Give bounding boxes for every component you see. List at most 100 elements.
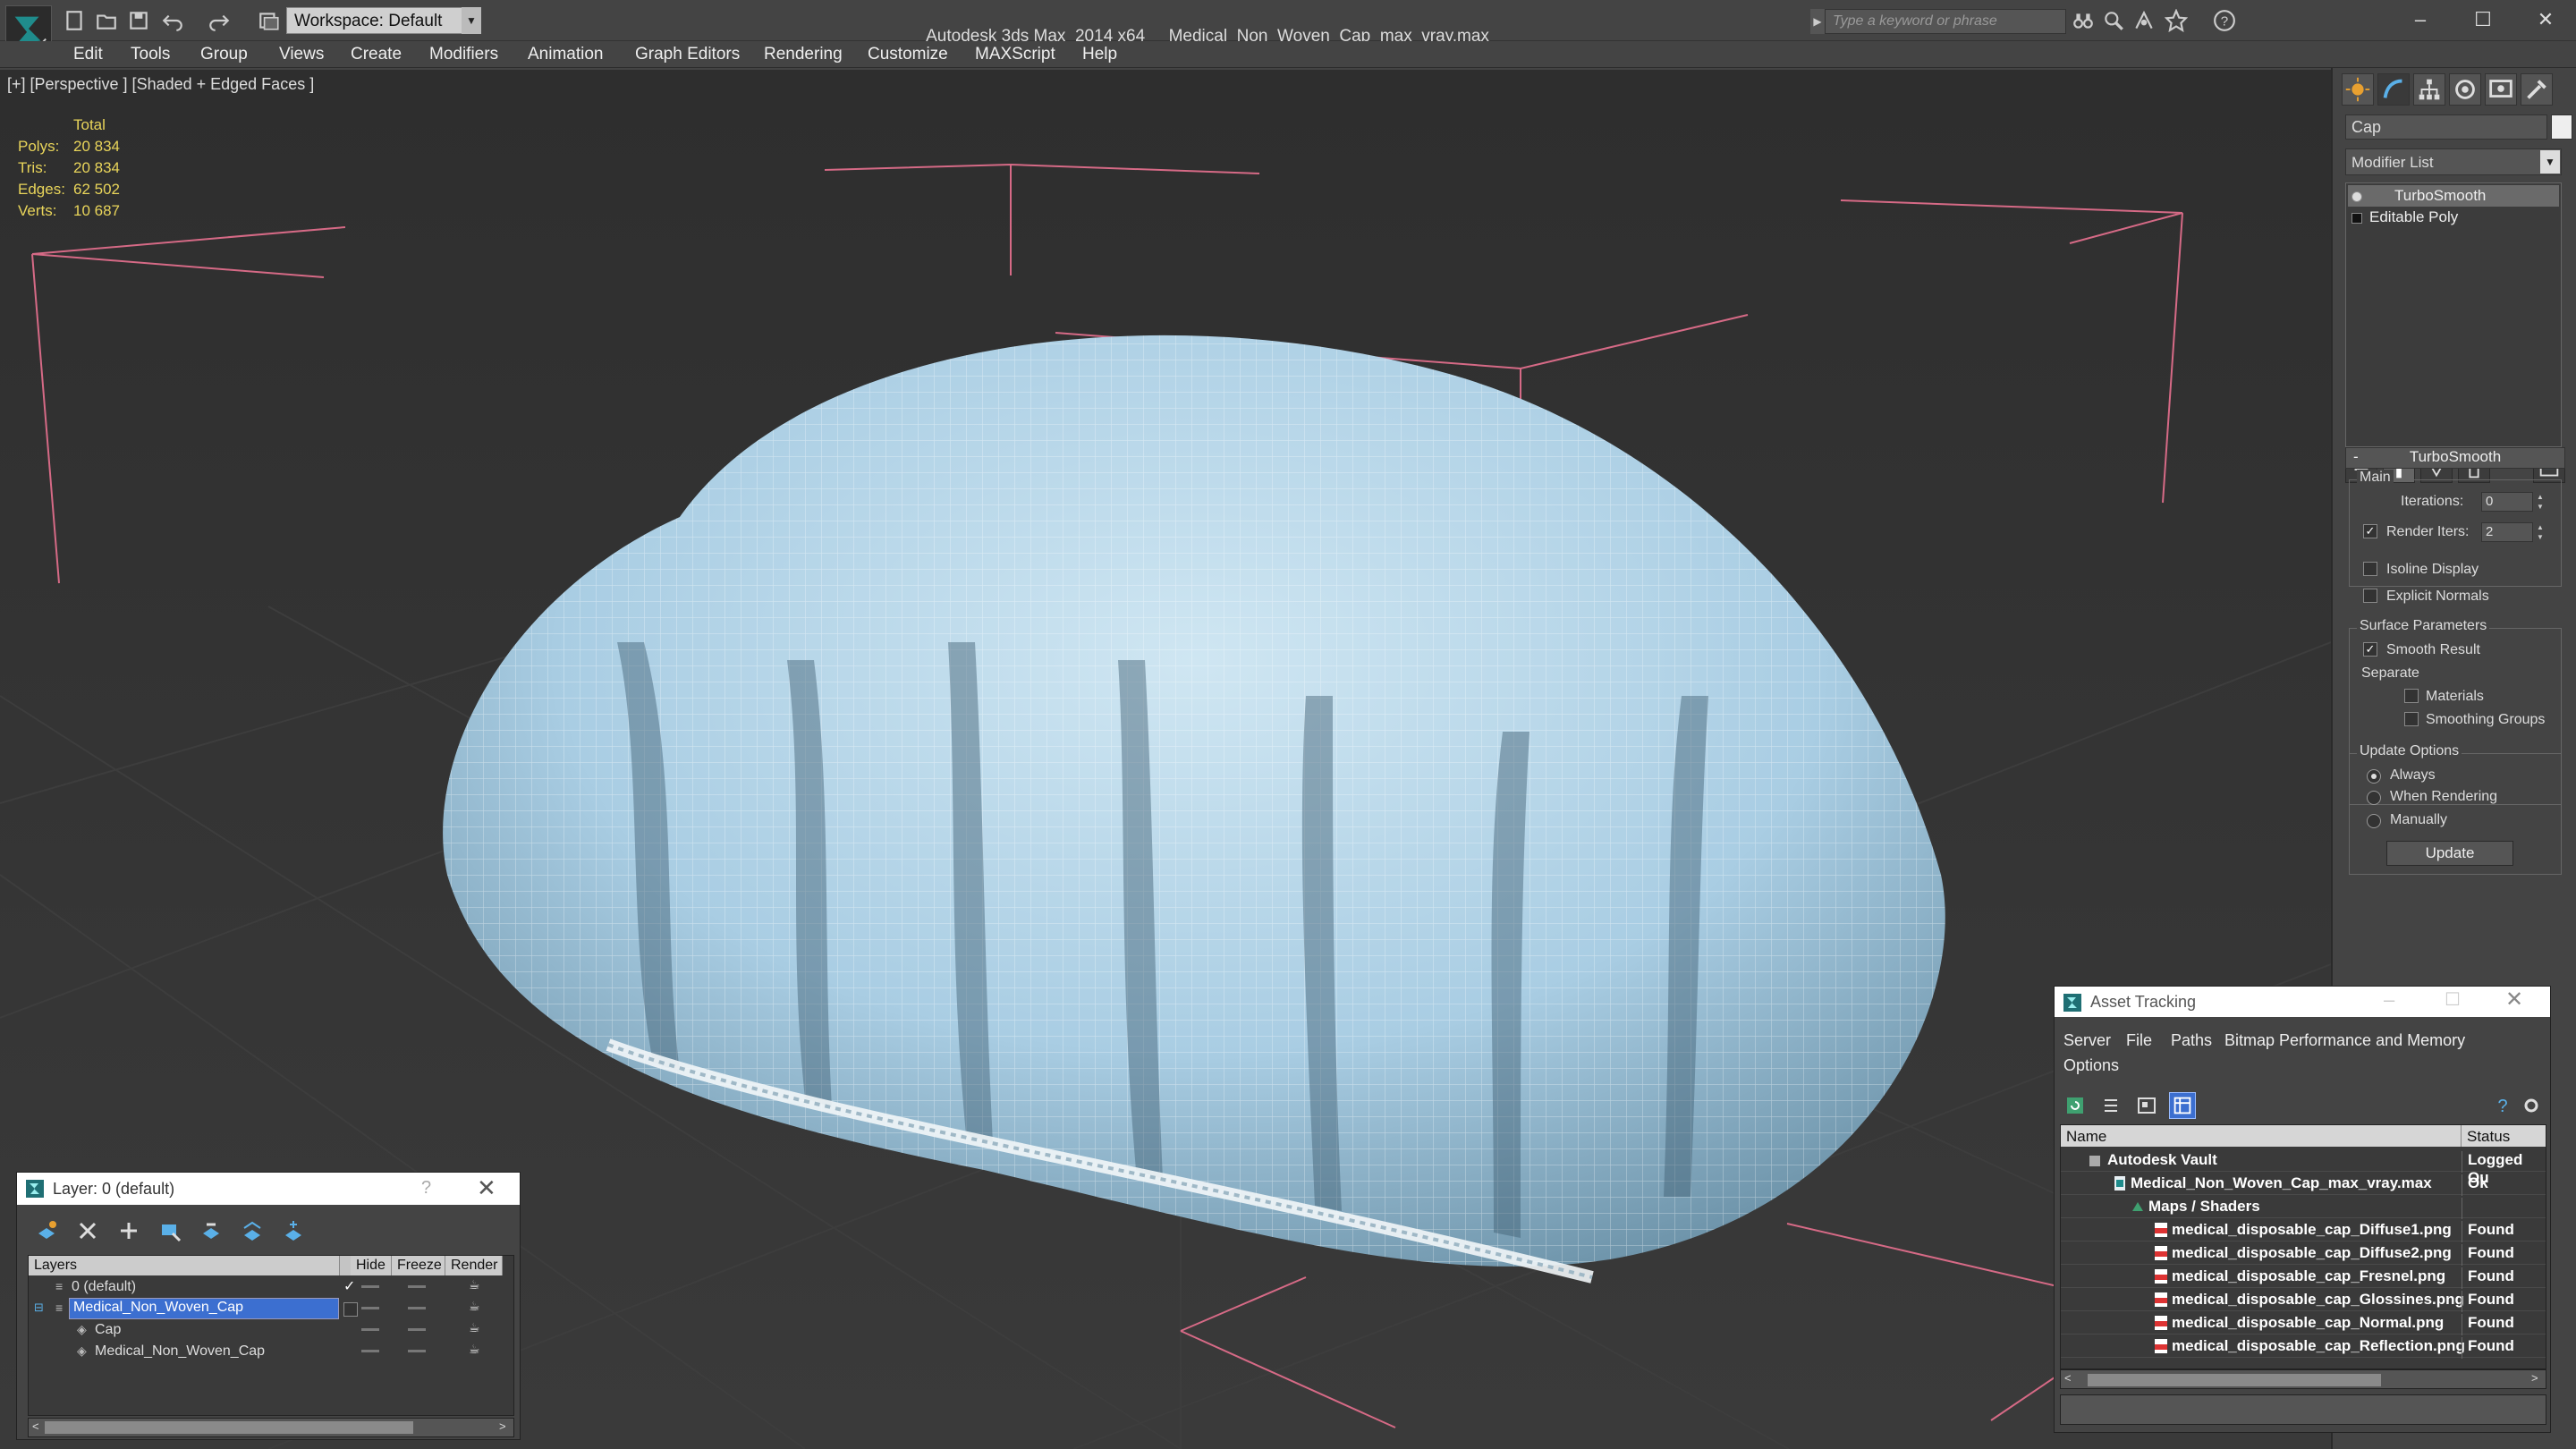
iterations-spinner[interactable]: 0 bbox=[2481, 492, 2533, 512]
close-window-button[interactable]: ✕ bbox=[2519, 4, 2572, 36]
display-tab-icon[interactable] bbox=[2485, 73, 2517, 106]
col-header-hide[interactable]: Hide bbox=[351, 1256, 392, 1275]
smoothing-groups-checkbox[interactable] bbox=[2404, 712, 2419, 726]
scroll-left-icon[interactable]: < bbox=[32, 1419, 39, 1433]
motion-tab-icon[interactable] bbox=[2449, 73, 2481, 106]
hide-toggle-icon[interactable] bbox=[361, 1307, 379, 1309]
col-header-freeze[interactable]: Freeze bbox=[392, 1256, 445, 1275]
render-iters-spinner[interactable]: 2 bbox=[2481, 522, 2533, 542]
settings-icon[interactable] bbox=[2518, 1092, 2545, 1119]
always-radio[interactable] bbox=[2367, 769, 2381, 784]
menu-options[interactable]: Options bbox=[2063, 1056, 2119, 1075]
utilities-tab-icon[interactable] bbox=[2521, 73, 2553, 106]
object-color-swatch[interactable] bbox=[2551, 114, 2572, 140]
modify-tab-icon[interactable] bbox=[2377, 73, 2410, 106]
collapse-icon[interactable]: ⊟ bbox=[34, 1301, 44, 1315]
col-header-status[interactable]: Status bbox=[2462, 1125, 2546, 1147]
new-file-icon[interactable] bbox=[63, 9, 86, 32]
binoculars-icon[interactable] bbox=[2072, 9, 2095, 32]
minimize-button[interactable]: – bbox=[2384, 988, 2394, 1012]
spinner-arrows-icon[interactable]: ▲ ▼ bbox=[2535, 522, 2546, 542]
open-file-icon[interactable] bbox=[95, 9, 118, 32]
workspace-dropdown-icon[interactable]: ▼ bbox=[462, 7, 481, 34]
close-icon[interactable]: ✕ bbox=[2505, 987, 2523, 1013]
highlight-selected-layer-icon[interactable] bbox=[198, 1217, 225, 1244]
menu-modifiers[interactable]: Modifiers bbox=[429, 45, 498, 64]
chevron-down-icon[interactable]: ▼ bbox=[2540, 150, 2560, 174]
hide-unhide-layers-icon[interactable] bbox=[239, 1217, 266, 1244]
col-header-name[interactable]: Name bbox=[2061, 1125, 2462, 1147]
freeze-unfreeze-layers-icon[interactable] bbox=[280, 1217, 307, 1244]
update-button[interactable]: Update bbox=[2386, 841, 2513, 866]
isoline-checkbox[interactable] bbox=[2363, 562, 2377, 576]
horizontal-scrollbar[interactable]: < > bbox=[2060, 1369, 2546, 1389]
teapot-render-icon[interactable]: ☕ bbox=[469, 1277, 480, 1292]
stack-item-editable-poly[interactable]: Editable Poly bbox=[2348, 207, 2559, 228]
layer-row[interactable]: ≡ 0 (default) ✓ ☕ bbox=[29, 1277, 513, 1299]
add-to-layer-icon[interactable] bbox=[115, 1217, 142, 1244]
explicit-normals-checkbox[interactable] bbox=[2363, 589, 2377, 603]
hide-toggle-icon[interactable] bbox=[361, 1350, 379, 1352]
turbosmooth-rollout-header[interactable]: - TurboSmooth bbox=[2345, 447, 2565, 469]
asset-row[interactable]: medical_disposable_cap_Fresnel.png Found bbox=[2061, 1265, 2546, 1289]
thumbnail-view-icon[interactable] bbox=[2133, 1092, 2160, 1119]
menu-bitmap-performance[interactable]: Bitmap Performance and Memory bbox=[2224, 1031, 2465, 1050]
menu-create[interactable]: Create bbox=[351, 45, 402, 64]
active-layer-check-icon[interactable]: ✓ bbox=[343, 1277, 355, 1295]
render-iters-checkbox[interactable]: ✓ bbox=[2363, 524, 2377, 538]
freeze-toggle-icon[interactable] bbox=[408, 1285, 426, 1288]
hide-toggle-icon[interactable] bbox=[361, 1285, 379, 1288]
expand-icon[interactable] bbox=[2351, 212, 2362, 224]
communication-center-icon[interactable] bbox=[2132, 9, 2156, 32]
smooth-result-checkbox[interactable]: ✓ bbox=[2363, 642, 2377, 657]
asset-row[interactable]: Autodesk Vault Logged Ou bbox=[2061, 1148, 2546, 1186]
menu-maxscript[interactable]: MAXScript bbox=[975, 45, 1055, 64]
search-expand-icon[interactable]: ▶ bbox=[1810, 9, 1825, 34]
maximize-button[interactable]: ☐ bbox=[2445, 988, 2461, 1011]
workspace-select[interactable]: Workspace: Default bbox=[286, 7, 481, 34]
menu-server[interactable]: Server bbox=[2063, 1031, 2111, 1050]
scroll-right-icon[interactable]: > bbox=[499, 1419, 506, 1433]
manually-radio[interactable] bbox=[2367, 814, 2381, 828]
spinner-arrows-icon[interactable]: ▲ ▼ bbox=[2535, 492, 2546, 512]
layer-dialog-titlebar[interactable]: Layer: 0 (default) ? ✕ bbox=[17, 1173, 520, 1205]
layer-row[interactable]: ◈ Cap ☕ bbox=[29, 1320, 513, 1342]
search-input[interactable]: Type a keyword or phrase bbox=[1825, 9, 2066, 34]
close-icon[interactable]: ✕ bbox=[477, 1174, 496, 1202]
menu-rendering[interactable]: Rendering bbox=[764, 45, 843, 64]
list-view-icon[interactable] bbox=[2097, 1092, 2124, 1119]
menu-group[interactable]: Group bbox=[200, 45, 248, 64]
stack-item-turbosmooth[interactable]: TurboSmooth bbox=[2348, 185, 2559, 207]
menu-file[interactable]: File bbox=[2126, 1031, 2152, 1050]
minimize-button[interactable]: – bbox=[2394, 4, 2447, 36]
scroll-left-icon[interactable]: < bbox=[2064, 1371, 2072, 1385]
horizontal-scrollbar[interactable]: < > bbox=[28, 1418, 514, 1437]
layer-row[interactable]: ◈ Medical_Non_Woven_Cap ☕ bbox=[29, 1342, 513, 1363]
new-layer-icon[interactable] bbox=[33, 1217, 60, 1244]
delete-layer-icon[interactable] bbox=[74, 1217, 101, 1244]
create-tab-icon[interactable] bbox=[2342, 73, 2374, 106]
materials-checkbox[interactable] bbox=[2404, 689, 2419, 703]
asset-row[interactable]: medical_disposable_cap_Reflection.png Fo… bbox=[2061, 1335, 2546, 1359]
menu-animation[interactable]: Animation bbox=[528, 45, 604, 64]
subscription-icon[interactable] bbox=[2102, 9, 2125, 32]
redo-icon[interactable] bbox=[208, 9, 231, 32]
asset-dialog-titlebar[interactable]: Asset Tracking – ☐ ✕ bbox=[2055, 987, 2550, 1017]
menu-tools[interactable]: Tools bbox=[131, 45, 170, 64]
project-folder-icon[interactable] bbox=[258, 9, 281, 32]
hierarchy-tab-icon[interactable] bbox=[2413, 73, 2445, 106]
asset-row[interactable]: medical_disposable_cap_Diffuse1.png Foun… bbox=[2061, 1218, 2546, 1242]
select-objects-in-layer-icon[interactable] bbox=[157, 1217, 183, 1244]
help-icon[interactable]: ? bbox=[2489, 1092, 2516, 1119]
col-header-render[interactable]: Render bbox=[445, 1256, 503, 1275]
asset-path-field[interactable] bbox=[2060, 1394, 2546, 1425]
teapot-render-icon[interactable]: ☕ bbox=[469, 1299, 480, 1314]
modifier-list-dropdown[interactable]: Modifier List bbox=[2345, 148, 2562, 175]
asset-row[interactable]: Maps / Shaders bbox=[2061, 1195, 2546, 1219]
scroll-right-icon[interactable]: > bbox=[2531, 1371, 2538, 1385]
menu-views[interactable]: Views bbox=[279, 45, 324, 64]
lightbulb-icon[interactable] bbox=[2351, 191, 2362, 202]
scrollbar-thumb[interactable] bbox=[2088, 1374, 2381, 1386]
col-header-layers[interactable]: Layers bbox=[29, 1256, 340, 1275]
menu-graph-editors[interactable]: Graph Editors bbox=[635, 45, 740, 64]
